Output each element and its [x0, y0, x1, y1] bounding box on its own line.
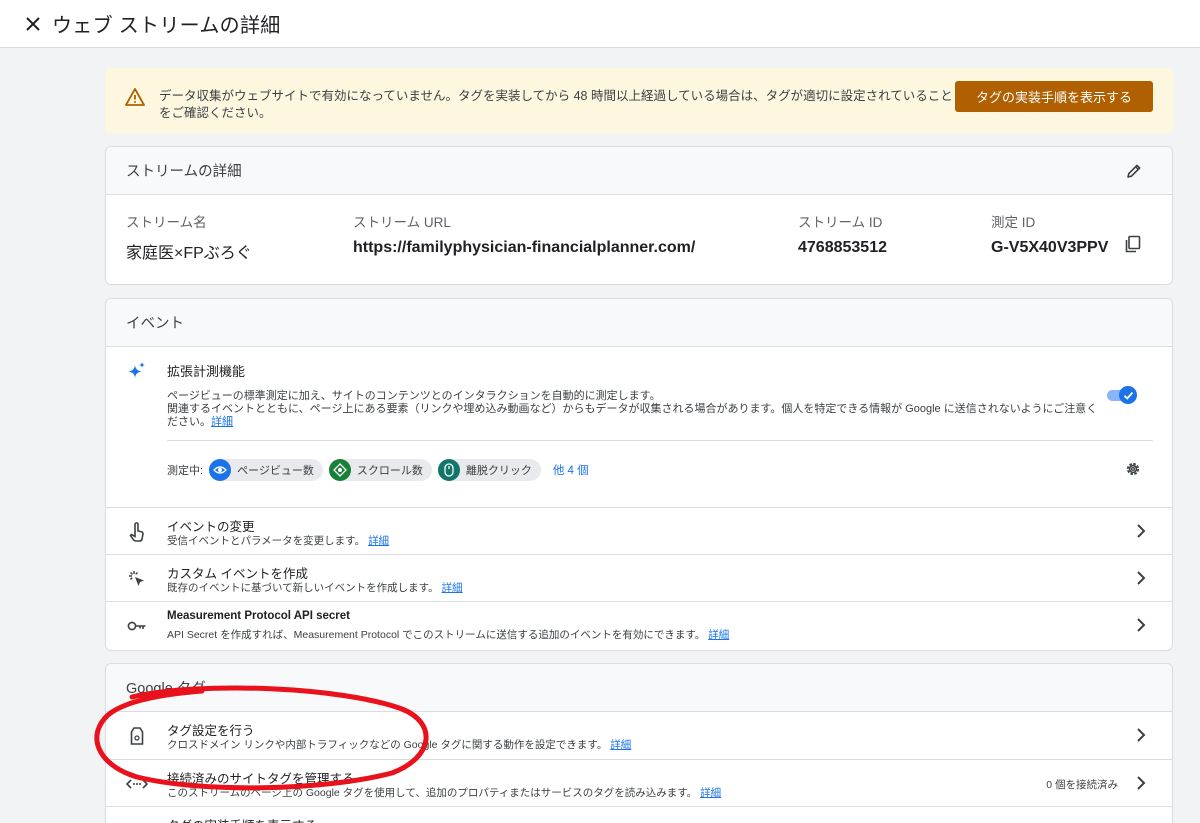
- key-icon: [126, 615, 148, 637]
- manage-connected-site-tags-description: このストリームのページ上の Google タグを使用して、追加のプロパティまたは…: [167, 787, 722, 799]
- stream-id-field: ストリーム ID 4768853512: [798, 211, 887, 257]
- measuring-row: 測定中: ページビュー数 スクロール数 離脱クリック 他 4 個: [167, 459, 589, 481]
- copy-measurement-id-button[interactable]: [1124, 235, 1142, 258]
- chevron-right-icon: [1137, 776, 1146, 790]
- stream-id-value: 4768853512: [798, 239, 887, 256]
- eye-icon: [209, 459, 232, 481]
- connected-count-badge: 0 個を接続済み: [1046, 779, 1118, 791]
- enhanced-measurement-description: ページビューの標準測定に加え、サイトのコンテンツとのインタラクションを自動的に測…: [167, 390, 1107, 429]
- touch-icon: [126, 521, 148, 543]
- chevron-right-icon: [1137, 524, 1146, 538]
- view-tag-instructions-row[interactable]: タグの実装手順を表示する: [106, 806, 1172, 823]
- google-tag-card: Google タグ タグ設定を行う クロスドメイン リンクや内部トラフィックなど…: [105, 663, 1173, 823]
- mouse-icon: [437, 459, 460, 481]
- enhanced-measurement-section: 拡張計測機能 ページビューの標準測定に加え、サイトのコンテンツとのインタラクショ…: [106, 347, 1172, 507]
- stream-url-field: ストリーム URL https://familyphysician-financ…: [353, 211, 695, 257]
- warning-banner: データ収集がウェブサイトで有効になっていません。タグを実装してから 48 時間以…: [105, 68, 1173, 133]
- manage-connected-site-tags-row[interactable]: 接続済みのサイトタグを管理する このストリームのページ上の Google タグを…: [106, 759, 1172, 806]
- configure-tag-settings-learn-more[interactable]: 詳細: [610, 739, 631, 751]
- modify-events-row[interactable]: イベントの変更 受信イベントとパラメータを変更します。 詳細: [106, 507, 1172, 554]
- enhanced-learn-more-link[interactable]: 詳細: [211, 416, 233, 428]
- chevron-right-icon: [1137, 618, 1146, 632]
- stream-id-label: ストリーム ID: [798, 215, 883, 230]
- warning-text: データ収集がウェブサイトで有効になっていません。タグを実装してから 48 時間以…: [159, 89, 953, 120]
- page-title: ウェブ ストリームの詳細: [52, 15, 281, 37]
- modify-events-description: 受信イベントとパラメータを変更します。 詳細: [167, 535, 390, 547]
- stream-url-label: ストリーム URL: [353, 215, 451, 230]
- chip-scrolls: スクロール数: [328, 459, 432, 481]
- enhanced-desc-line1: ページビューの標準測定に加え、サイトのコンテンツとのインタラクションを自動的に測…: [167, 390, 661, 402]
- events-heading: イベント: [106, 299, 1172, 347]
- measurement-protocol-row[interactable]: Measurement Protocol API secret API Secr…: [106, 601, 1172, 648]
- measurement-protocol-description: API Secret を作成すれば、Measurement Protocol で…: [167, 629, 730, 641]
- toggle-knob: [1119, 386, 1137, 404]
- sparkle-click-icon: [126, 568, 148, 590]
- crosshair-icon: [328, 459, 351, 481]
- code-arrows-icon: [126, 773, 148, 795]
- create-custom-event-row[interactable]: カスタム イベントを作成 既存のイベントに基づいて新しいイベントを作成します。 …: [106, 554, 1172, 601]
- stream-details-title: ストリームの詳細: [126, 164, 242, 180]
- enhanced-desc-line2: 関連するイベントとともに、ページ上にある要素（リンクや埋め込み動画など）からもデ…: [167, 403, 1098, 428]
- measurement-id-field: 測定 ID G-V5X40V3PPV: [991, 211, 1108, 257]
- manage-connected-site-tags-learn-more[interactable]: 詳細: [700, 787, 721, 799]
- create-custom-event-learn-more[interactable]: 詳細: [442, 582, 463, 594]
- measurement-protocol-learn-more[interactable]: 詳細: [708, 629, 729, 641]
- more-events-link[interactable]: 他 4 個: [553, 462, 589, 478]
- enhanced-settings-button[interactable]: [1124, 460, 1142, 483]
- edit-button[interactable]: [1126, 163, 1142, 183]
- copy-icon: [1125, 235, 1141, 253]
- chip-outbound-clicks: 離脱クリック: [437, 459, 541, 481]
- enhanced-measurement-toggle[interactable]: [1105, 386, 1137, 404]
- chip-scrolls-label: スクロール数: [356, 465, 423, 477]
- google-tag-heading: Google タグ: [106, 664, 1172, 712]
- gear-icon: [1126, 462, 1140, 476]
- chip-outbound-clicks-label: 離脱クリック: [465, 465, 532, 477]
- stream-details-card: ストリームの詳細 ストリーム名 家庭医×FPぶろぐ ストリーム URL http…: [105, 146, 1173, 285]
- view-tag-instructions-button[interactable]: タグの実装手順を表示する: [954, 81, 1153, 112]
- close-button[interactable]: [22, 13, 44, 35]
- stream-name-field: ストリーム名 家庭医×FPぶろぐ: [126, 211, 252, 263]
- top-bar: ウェブ ストリームの詳細: [0, 0, 1200, 48]
- sparkle-icon: [128, 362, 145, 378]
- warning-icon: [125, 88, 145, 106]
- check-icon: [1123, 391, 1133, 400]
- measurement-protocol-title: Measurement Protocol API secret: [167, 610, 350, 622]
- stream-url-value: https://familyphysician-financialplanner…: [353, 239, 696, 256]
- pencil-icon: [1127, 164, 1141, 178]
- chip-page-views: ページビュー数: [209, 459, 323, 481]
- create-custom-event-description: 既存のイベントに基づいて新しいイベントを作成します。 詳細: [167, 582, 463, 594]
- close-icon: [26, 16, 40, 31]
- measurement-id-value: G-V5X40V3PPV: [991, 239, 1109, 256]
- tag-icon: [126, 725, 148, 747]
- chevron-right-icon: [1137, 571, 1146, 585]
- events-card: イベント 拡張計測機能 ページビューの標準測定に加え、サイトのコンテンツとのイン…: [105, 298, 1173, 651]
- configure-tag-settings-row[interactable]: タグ設定を行う クロスドメイン リンクや内部トラフィックなどの Google タ…: [106, 712, 1172, 759]
- measurement-id-label: 測定 ID: [991, 215, 1036, 230]
- measuring-label: 測定中:: [167, 465, 204, 477]
- configure-tag-settings-description: クロスドメイン リンクや内部トラフィックなどの Google タグに関する動作を…: [167, 739, 632, 751]
- modify-events-learn-more[interactable]: 詳細: [368, 535, 389, 547]
- chevron-right-icon: [1137, 728, 1146, 742]
- stream-name-label: ストリーム名: [126, 215, 207, 230]
- chip-page-views-label: ページビュー数: [237, 465, 314, 477]
- divider: [167, 440, 1153, 441]
- view-tag-instructions-title: タグの実装手順を表示する: [167, 815, 317, 823]
- stream-name-value: 家庭医×FPぶろぐ: [126, 245, 252, 262]
- stream-details-heading: ストリームの詳細: [106, 147, 1172, 195]
- enhanced-measurement-title: 拡張計測機能: [167, 364, 246, 379]
